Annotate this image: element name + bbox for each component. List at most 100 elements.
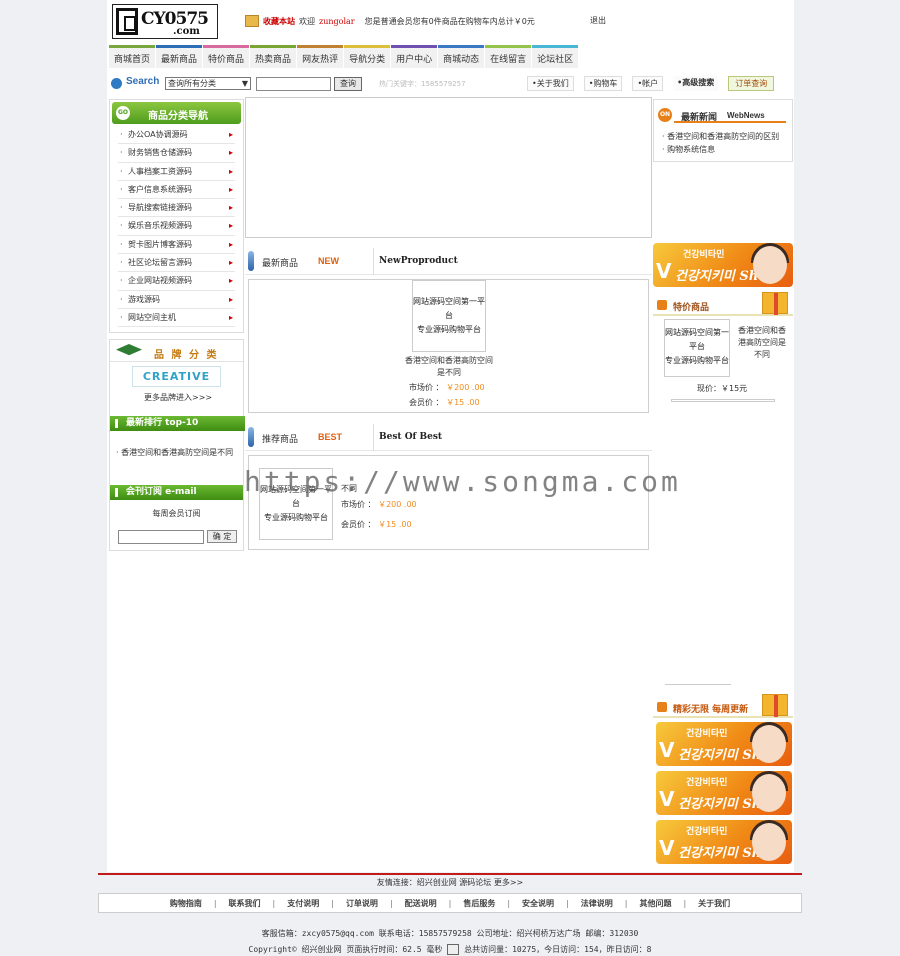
recommend-title-en: Best Of Best xyxy=(379,432,443,442)
nav-forum[interactable]: 论坛社区 xyxy=(532,45,579,68)
recommend-header: 推荐商品 BEST Best Of Best xyxy=(245,424,652,451)
banner-area xyxy=(245,97,652,238)
divider xyxy=(665,684,731,685)
vitamin-shop-ad[interactable]: 건강비타민 V 건강지키미 Shop xyxy=(653,243,793,287)
about-link[interactable]: •关于我们 xyxy=(527,76,574,91)
nav-hot[interactable]: 热卖商品 xyxy=(250,45,297,68)
nav-guestbook[interactable]: 在线留言 xyxy=(485,45,532,68)
category-item[interactable]: 贺卡图片博客源码 xyxy=(118,236,235,255)
vitamin-shop-ad[interactable]: 건강비타민 V 건강지키미 Shop xyxy=(656,771,792,815)
category-header: GO 商品分类导航 xyxy=(112,102,241,124)
email-field[interactable] xyxy=(118,530,204,544)
category-item[interactable]: 导航搜索链接源码 xyxy=(118,199,235,218)
footer-link[interactable]: 安全说明 xyxy=(522,898,554,909)
footer-link[interactable]: 支付说明 xyxy=(287,898,319,909)
username[interactable]: zungolar xyxy=(319,17,355,26)
footer-link[interactable]: 联系我们 xyxy=(229,898,261,909)
search-label: Search xyxy=(126,76,160,87)
newest-title-en: NewProproduct xyxy=(379,256,458,266)
category-item[interactable]: 财务销售仓储源码 xyxy=(118,144,235,163)
scroll-track[interactable] xyxy=(671,399,775,402)
logo-mark-icon xyxy=(116,8,138,35)
vitamin-shop-ad[interactable]: 건강비타민 V 건강지키미 Shop xyxy=(656,722,792,766)
mail-box: 会刊订阅 e-mail 每周会员订阅 确 定 xyxy=(109,485,244,551)
search-button[interactable]: 查询 xyxy=(334,77,362,91)
product-thumbnail[interactable]: 网站源码空间第一平台 专业源码购物平台 xyxy=(412,280,486,352)
top10-header: 最新排行 top-10 xyxy=(110,416,245,431)
nav-new[interactable]: 最新商品 xyxy=(156,45,203,68)
quick-links: •关于我们 •购物车 •帐户 •高级搜索 订单查询 xyxy=(527,76,775,91)
category-item[interactable]: 企业网站视频源码 xyxy=(118,272,235,291)
category-item[interactable]: 社区论坛留言源码 xyxy=(118,254,235,273)
category-item[interactable]: 网站空间主机 xyxy=(118,309,235,328)
category-item[interactable]: 客户信息系统源码 xyxy=(118,181,235,200)
left-sidebar: GO 商品分类导航 办公OA协调源码 财务销售仓储源码 人事档案工资源码 客户信… xyxy=(109,99,245,551)
on-icon: ON xyxy=(658,108,672,122)
category-item[interactable]: 娱乐音乐视频源码 xyxy=(118,217,235,236)
category-list: 办公OA协调源码 财务销售仓储源码 人事档案工资源码 客户信息系统源码 导航搜索… xyxy=(110,126,243,328)
top10-section: 最新排行 top-10 · 香港空间和香港高防空间是不同 xyxy=(110,416,245,458)
divider xyxy=(674,121,786,123)
creative-brand-logo[interactable]: CREATIVE xyxy=(132,366,221,387)
mail-submit-button[interactable]: 确 定 xyxy=(207,530,237,543)
footer-link[interactable]: 关于我们 xyxy=(698,898,730,909)
nav-categories[interactable]: 导航分类 xyxy=(344,45,391,68)
category-item[interactable]: 办公OA协调源码 xyxy=(118,126,235,145)
hot-keywords: 热门关键字：1585579257 xyxy=(379,80,466,88)
nav-special[interactable]: 特价商品 xyxy=(203,45,250,68)
ad-v-logo: V xyxy=(656,259,672,283)
news-item[interactable]: · 购物系统信息 xyxy=(662,144,715,155)
chevron-down-icon: ▼ xyxy=(241,79,248,88)
graduation-hat-icon xyxy=(116,344,142,356)
footer-link[interactable]: 配送说明 xyxy=(405,898,437,909)
cart-link[interactable]: •购物车 xyxy=(583,76,623,91)
go-icon: GO xyxy=(116,106,130,120)
ad-model-face xyxy=(753,246,787,284)
main-nav: 商城首页 最新商品 特价商品 热卖商品 网友热评 导航分类 用户中心 商城动态 … xyxy=(109,45,579,68)
recommend-title: 推荐商品 xyxy=(262,435,299,445)
special-thumbnail[interactable]: 网站源码空间第一平台 专业源码购物平台 xyxy=(664,319,730,377)
visit-stats: 总共访问量：10275，今日访问：154，昨日访问：8 xyxy=(464,945,652,954)
news-box: ON 最新新闻 WebNews · 香港空间和香港高防空间的区别 · 购物系统信… xyxy=(653,99,793,162)
market-price: 市场价 ： ￥200 .00 xyxy=(409,383,485,392)
category-select[interactable]: 查询所有分类 ▼ xyxy=(165,77,251,90)
logout-link[interactable]: 退出 xyxy=(590,15,606,26)
advanced-search-link[interactable]: •高级搜索 xyxy=(673,76,719,91)
more-brands-link[interactable]: 更多品牌进入>>> xyxy=(144,392,212,403)
footer-link[interactable]: 售后服务 xyxy=(463,898,495,909)
news-item[interactable]: · 香港空间和香港高防空间的区别 xyxy=(662,131,779,142)
account-link[interactable]: •帐户 xyxy=(632,76,664,91)
friend-links[interactable]: 友情连接：绍兴创业网 源码论坛 更多>> xyxy=(98,877,802,888)
top10-item[interactable]: · 香港空间和香港高防空间是不同 xyxy=(110,431,245,458)
member-price: 会员价 ： ￥15 .00 xyxy=(341,520,412,529)
footer-link[interactable]: 订单说明 xyxy=(346,898,378,909)
right-sidebar: ON 最新新闻 WebNews · 香港空间和香港高防空间的区别 · 购物系统信… xyxy=(653,99,793,864)
bookmark-icon[interactable] xyxy=(245,15,259,27)
nav-home[interactable]: 商城首页 xyxy=(109,45,156,68)
order-query-link[interactable]: 订单查询 xyxy=(728,76,775,91)
footer-link[interactable]: 购物指南 xyxy=(170,898,202,909)
copyright-line: Copyright© 绍兴创业网 页面执行时间：62.5 毫秒 总共访问量：10… xyxy=(98,944,802,955)
footer-divider xyxy=(98,873,802,875)
category-item[interactable]: 游戏源码 xyxy=(118,291,235,309)
bullet-icon xyxy=(657,300,667,310)
welcome-text: 欢迎 xyxy=(299,16,315,26)
divider xyxy=(373,248,374,275)
nav-user-center[interactable]: 用户中心 xyxy=(391,45,438,68)
nav-reviews[interactable]: 网友热评 xyxy=(297,45,344,68)
site-logo[interactable]: CY0575 .com xyxy=(112,4,218,39)
stats-chart-icon[interactable] xyxy=(447,944,460,955)
nav-news[interactable]: 商城动态 xyxy=(438,45,485,68)
category-item[interactable]: 人事档案工资源码 xyxy=(118,163,235,181)
brand-box: 品 牌 分 类 CREATIVE 更多品牌进入>>> 最新排行 top-10 ·… xyxy=(109,339,245,507)
footer-link[interactable]: 法律说明 xyxy=(581,898,613,909)
favorite-link[interactable]: 收藏本站 xyxy=(263,16,295,27)
mail-header: 会刊订阅 e-mail xyxy=(110,485,243,500)
newest-header: 最新商品 NEW NewProproduct xyxy=(245,248,652,275)
search-input[interactable] xyxy=(256,77,331,91)
footer-link[interactable]: 其他问题 xyxy=(639,898,671,909)
special-name[interactable]: 香港空间和香 港高防空间是 不同 xyxy=(733,325,791,361)
product-name[interactable]: 香港空间和香港高防空间 是不同 xyxy=(379,355,519,379)
category-select-value: 查询所有分类 xyxy=(168,79,216,88)
vitamin-shop-ad[interactable]: 건강비타민 V 건강지키미 Shop xyxy=(656,820,792,864)
